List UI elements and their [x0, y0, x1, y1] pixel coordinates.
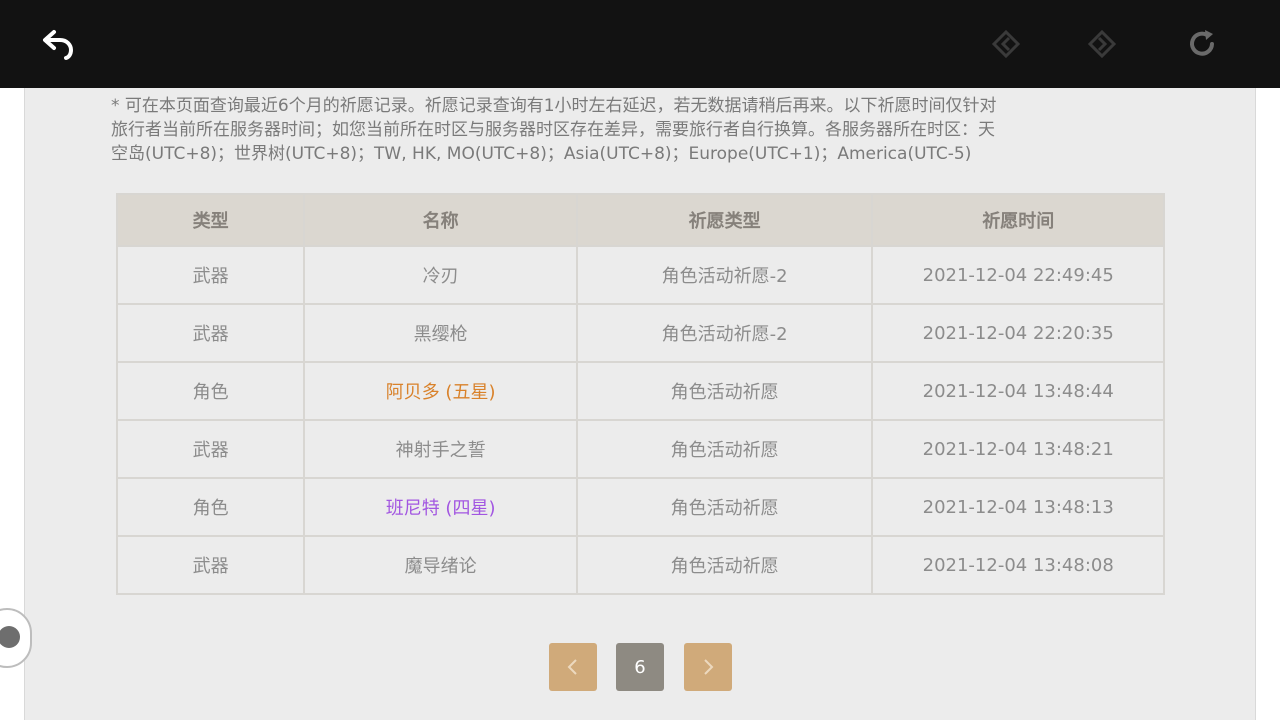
cell-name: 黑缨枪: [303, 303, 578, 363]
cell-wish-type: 角色活动祈愿-2: [575, 245, 874, 305]
cell-name: 神射手之誓: [303, 419, 578, 479]
prev-page-button[interactable]: [549, 643, 597, 691]
cell-type: 武器: [115, 245, 306, 305]
cell-name-four-star: 班尼特 (四星): [303, 477, 578, 537]
cell-wish-time: 2021-12-04 13:48:08: [871, 535, 1165, 595]
cell-name: 冷刃: [303, 245, 578, 305]
table-row: 角色 阿贝多 (五星) 角色活动祈愿 2021-12-04 13:48:44: [115, 361, 1165, 421]
chevron-left-icon: [567, 659, 577, 675]
cell-wish-time: 2021-12-04 22:20:35: [871, 303, 1165, 363]
cell-type: 角色: [115, 477, 306, 537]
cell-name-five-star: 阿贝多 (五星): [303, 361, 578, 421]
cell-wish-time: 2021-12-04 13:48:13: [871, 477, 1165, 537]
cell-wish-time: 2021-12-04 13:48:21: [871, 419, 1165, 479]
cell-wish-type: 角色活动祈愿: [575, 361, 874, 421]
cell-wish-time: 2021-12-04 13:48:44: [871, 361, 1165, 421]
cell-type: 武器: [115, 535, 306, 595]
table-row: 武器 黑缨枪 角色活动祈愿-2 2021-12-04 22:20:35: [115, 303, 1165, 363]
table-header-row: 类型 名称 祈愿类型 祈愿时间: [115, 193, 1165, 247]
cell-type: 角色: [115, 361, 306, 421]
cell-wish-type: 角色活动祈愿: [575, 535, 874, 595]
cell-wish-type: 角色活动祈愿: [575, 419, 874, 479]
notice-line: 旅行者当前所在服务器时间；如您当前所在时区与服务器时区存在差异，需要旅行者自行换…: [111, 120, 995, 140]
notice-text: * 可在本页面查询最近6个月的祈愿记录。祈愿记录查询有1小时左右延迟，若无数据请…: [111, 94, 1181, 166]
table-row: 武器 神射手之誓 角色活动祈愿 2021-12-04 13:48:21: [115, 419, 1165, 479]
cell-name: 魔导绪论: [303, 535, 578, 595]
prev-page-icon[interactable]: [986, 24, 1026, 64]
assistive-dot-icon: [0, 626, 20, 648]
chevron-right-icon: [704, 659, 714, 675]
cell-wish-time: 2021-12-04 22:49:45: [871, 245, 1165, 305]
header-type: 类型: [115, 193, 306, 247]
next-page-button[interactable]: [684, 643, 732, 691]
cell-wish-type: 角色活动祈愿: [575, 477, 874, 537]
back-arrow-icon[interactable]: [38, 24, 78, 64]
wish-records-table: 类型 名称 祈愿类型 祈愿时间 武器 冷刃 角色活动祈愿-2 2021-12-0…: [115, 193, 1165, 595]
cell-wish-type: 角色活动祈愿-2: [575, 303, 874, 363]
table-row: 角色 班尼特 (四星) 角色活动祈愿 2021-12-04 13:48:13: [115, 477, 1165, 537]
next-page-icon[interactable]: [1082, 24, 1122, 64]
header-name: 名称: [303, 193, 578, 247]
table-row: 武器 冷刃 角色活动祈愿-2 2021-12-04 22:49:45: [115, 245, 1165, 305]
header-wish-time: 祈愿时间: [871, 193, 1165, 247]
notice-line: * 可在本页面查询最近6个月的祈愿记录。祈愿记录查询有1小时左右延迟，若无数据请…: [111, 96, 997, 116]
table-row: 武器 魔导绪论 角色活动祈愿 2021-12-04 13:48:08: [115, 535, 1165, 595]
current-page-button[interactable]: 6: [616, 643, 664, 691]
cell-type: 武器: [115, 303, 306, 363]
browser-toolbar: [0, 0, 1280, 88]
reload-icon[interactable]: [1182, 24, 1222, 64]
header-wish-type: 祈愿类型: [575, 193, 874, 247]
cell-type: 武器: [115, 419, 306, 479]
wish-history-panel: * 可在本页面查询最近6个月的祈愿记录。祈愿记录查询有1小时左右延迟，若无数据请…: [24, 88, 1256, 720]
notice-line: 空岛(UTC+8)；世界树(UTC+8)；TW, HK, MO(UTC+8)；A…: [111, 144, 972, 164]
